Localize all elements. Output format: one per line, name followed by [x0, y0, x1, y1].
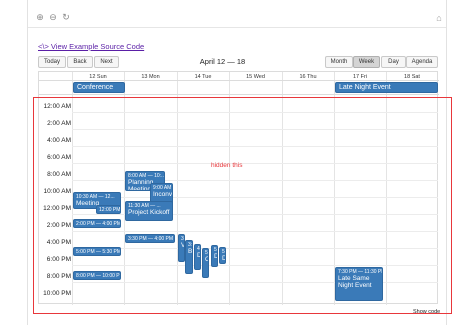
day-header-mon[interactable]: 13 Mon	[124, 73, 177, 81]
view-day-button[interactable]: Day	[381, 56, 406, 68]
day-header-sat[interactable]: 18 Sat	[386, 73, 438, 81]
view-agenda-button[interactable]: Agenda	[406, 56, 438, 68]
all-day-row: Conference Late Night Event	[39, 81, 439, 95]
view-source-link[interactable]: <\> View Example Source Code	[38, 42, 144, 51]
date-range-title: April 12 — 18	[199, 57, 246, 66]
allday-event-late-night[interactable]: Late Night Event	[335, 82, 438, 93]
home-icon[interactable]: ⌂	[434, 13, 444, 23]
back-button[interactable]: Back	[67, 56, 93, 68]
hidden-region-outline	[33, 97, 452, 314]
page-border-left	[27, 0, 28, 325]
today-button[interactable]: Today	[38, 56, 66, 68]
zoom-in-icon[interactable]: ⊕	[34, 11, 46, 23]
day-header-row: 12 Sun 13 Mon 14 Tue 15 Wed 16 Thu 17 Fr…	[39, 72, 439, 81]
day-header-wed[interactable]: 15 Wed	[229, 73, 282, 81]
day-header-tue[interactable]: 14 Tue	[177, 73, 229, 81]
hidden-region-label: hidden this	[211, 162, 243, 169]
reset-icon[interactable]: ↻	[60, 11, 72, 23]
view-month-button[interactable]: Month	[325, 56, 353, 68]
day-header-sun[interactable]: 12 Sun	[72, 73, 124, 81]
zoom-out-icon[interactable]: ⊖	[47, 11, 59, 23]
day-header-thu[interactable]: 16 Thu	[282, 73, 334, 81]
day-header-fri[interactable]: 17 Fri	[334, 73, 386, 81]
next-button[interactable]: Next	[94, 56, 119, 68]
viewer-toolbar: ⊕ ⊖ ↻ ⌂	[28, 8, 446, 28]
show-code-link[interactable]: Show code	[413, 309, 440, 315]
view-week-button[interactable]: Week	[353, 56, 380, 68]
allday-event-conference[interactable]: Conference	[73, 82, 125, 93]
